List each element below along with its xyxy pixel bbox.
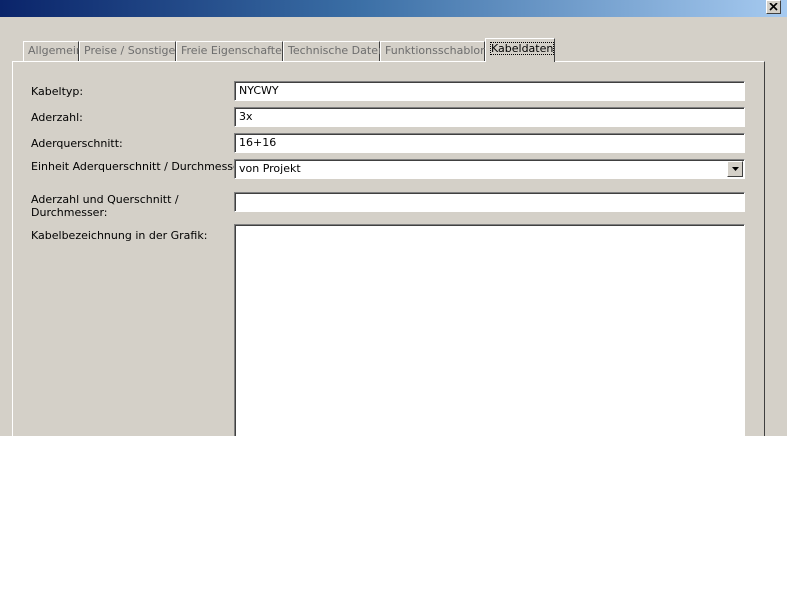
kabeltyp-label: Kabeltyp:	[31, 85, 84, 98]
dialog-window: Allgemein Preise / Sonstiges Freie Eigen…	[0, 0, 787, 436]
tab-label: Kabeldaten	[490, 42, 555, 55]
aderzahl-label: Aderzahl:	[31, 111, 83, 124]
tab-label: Preise / Sonstiges	[84, 44, 182, 57]
dropdown-button[interactable]	[727, 161, 743, 177]
tab-allgemein[interactable]: Allgemein	[23, 41, 83, 61]
einheit-label: Einheit Aderquerschnitt / Durchmesser:	[31, 160, 248, 173]
tab-preise-sonstiges[interactable]: Preise / Sonstiges	[79, 41, 181, 61]
tab-label: Funktionsschablone	[385, 44, 494, 57]
aderquerschnitt-label: Aderquerschnitt:	[31, 137, 123, 150]
aderquerschnitt-input[interactable]: 16+16	[234, 133, 745, 153]
chevron-down-icon	[731, 167, 739, 171]
kabelbezeichnung-label: Kabelbezeichnung in der Grafik:	[31, 229, 208, 242]
aderzahl-querschnitt-input[interactable]	[234, 192, 745, 212]
kabeltyp-input[interactable]: NYCWY	[234, 81, 745, 101]
tab-kabeldaten[interactable]: Kabeldaten	[485, 38, 555, 62]
einheit-select[interactable]: von Projekt	[234, 159, 745, 179]
aderzahl-input[interactable]: 3x	[234, 107, 745, 127]
tab-technische-daten[interactable]: Technische Daten	[283, 41, 385, 61]
aderzahl-querschnitt-label: Aderzahl und Querschnitt / Durchmesser:	[31, 193, 179, 219]
einheit-select-value: von Projekt	[239, 162, 301, 175]
close-x-icon	[769, 3, 778, 11]
tab-funktionsschablone[interactable]: Funktionsschablone	[380, 41, 494, 61]
title-bar	[0, 0, 787, 17]
close-button[interactable]	[766, 0, 781, 14]
aderzahl-querschnitt-label-line2: Durchmesser:	[31, 206, 108, 219]
tab-label: Freie Eigenschaften	[181, 44, 289, 57]
aderzahl-querschnitt-label-line1: Aderzahl und Querschnitt /	[31, 193, 179, 206]
tab-freie-eigenschaften[interactable]: Freie Eigenschaften	[176, 41, 289, 61]
kabelbezeichnung-textarea[interactable]	[234, 224, 745, 436]
tab-label: Technische Daten	[288, 44, 385, 57]
tab-label: Allgemein	[28, 44, 83, 57]
